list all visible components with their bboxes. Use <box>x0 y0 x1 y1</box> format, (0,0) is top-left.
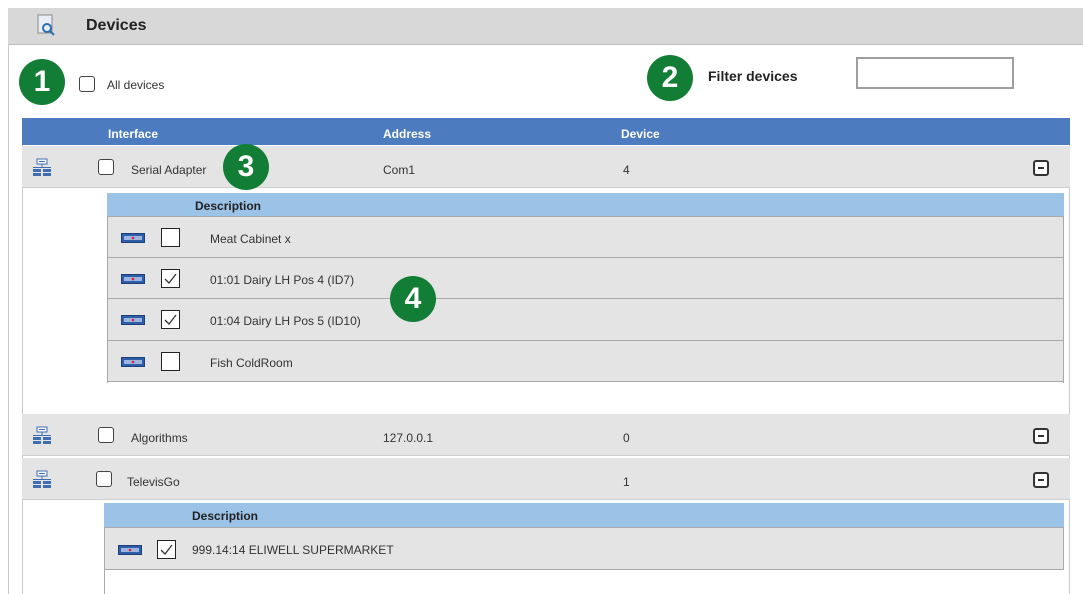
description-header-label: Description <box>192 509 259 523</box>
window-title: Devices <box>86 17 147 34</box>
device-checkbox[interactable] <box>161 228 180 247</box>
collapse-button[interactable] <box>1033 428 1049 444</box>
device-row[interactable]: 01:01 Dairy LH Pos 4 (ID7) <box>107 257 1064 299</box>
description-column-header: Description <box>104 503 1064 528</box>
device-description: 01:01 Dairy LH Pos 4 (ID7) <box>210 273 355 287</box>
interface-row-algorithms[interactable]: Algorithms 127.0.0.1 0 <box>22 414 1070 456</box>
controller-icon <box>118 545 142 555</box>
controller-icon <box>121 274 145 284</box>
frame-border <box>8 44 9 594</box>
interface-checkbox[interactable] <box>98 159 114 175</box>
checkmark-icon <box>164 314 177 325</box>
interface-address: 127.0.0.1 <box>383 431 434 445</box>
interface-address: Com1 <box>383 163 416 177</box>
description-header-label: Description <box>195 199 262 213</box>
device-row[interactable]: 01:04 Dairy LH Pos 5 (ID10) <box>107 298 1064 341</box>
device-row[interactable]: 999.14:14 ELIWELL SUPERMARKET <box>104 527 1064 570</box>
controller-icon <box>121 233 145 243</box>
search-document-icon <box>37 14 55 36</box>
interface-checkbox[interactable] <box>98 427 114 443</box>
interface-device-count: 1 <box>623 475 630 489</box>
window-title-bar <box>8 8 1083 45</box>
interface-row-televisgo[interactable]: TelevisGo 1 <box>22 458 1070 500</box>
device-description: 999.14:14 ELIWELL SUPERMARKET <box>192 543 394 557</box>
device-description: Fish ColdRoom <box>210 356 293 370</box>
callout-badge-3: 3 <box>223 144 269 190</box>
controller-icon <box>121 357 145 367</box>
interface-checkbox[interactable] <box>96 471 112 487</box>
network-interface-icon <box>33 158 51 176</box>
controller-icon <box>121 315 145 325</box>
device-checkbox[interactable] <box>161 352 180 371</box>
all-devices-checkbox[interactable] <box>79 76 95 92</box>
filter-devices-label: Filter devices <box>708 68 798 84</box>
network-interface-icon <box>33 470 51 488</box>
filter-devices-input[interactable] <box>856 57 1014 89</box>
device-checkbox[interactable] <box>161 310 180 329</box>
device-list-border <box>104 527 105 594</box>
device-checkbox[interactable] <box>157 540 176 559</box>
device-row[interactable]: Meat Cabinet x <box>107 216 1064 258</box>
interface-name: Serial Adapter <box>131 163 207 177</box>
collapse-button[interactable] <box>1033 472 1049 488</box>
device-row[interactable]: Fish ColdRoom <box>107 340 1064 382</box>
description-column-header: Description <box>107 193 1064 218</box>
interface-device-count: 4 <box>623 163 630 177</box>
device-description: 01:04 Dairy LH Pos 5 (ID10) <box>210 314 361 328</box>
column-header-device: Device <box>621 127 660 141</box>
column-header-address: Address <box>383 127 432 141</box>
device-checkbox[interactable] <box>161 269 180 288</box>
collapse-button[interactable] <box>1033 160 1049 176</box>
interface-name: TelevisGo <box>127 475 180 489</box>
interface-row-serial-adapter[interactable]: Serial Adapter Com1 4 <box>22 146 1070 188</box>
device-description: Meat Cabinet x <box>210 232 291 246</box>
interface-name: Algorithms <box>131 431 188 445</box>
column-header-interface: Interface <box>108 127 159 141</box>
callout-badge-2: 2 <box>647 55 693 101</box>
checkmark-icon <box>160 544 173 555</box>
network-interface-icon <box>33 426 51 444</box>
interface-device-count: 0 <box>623 431 630 445</box>
callout-badge-4: 4 <box>390 276 436 322</box>
checkmark-icon <box>164 273 177 284</box>
table-header: Interface Address Device <box>22 118 1070 145</box>
callout-badge-1: 1 <box>19 59 65 105</box>
all-devices-label: All devices <box>107 78 165 92</box>
